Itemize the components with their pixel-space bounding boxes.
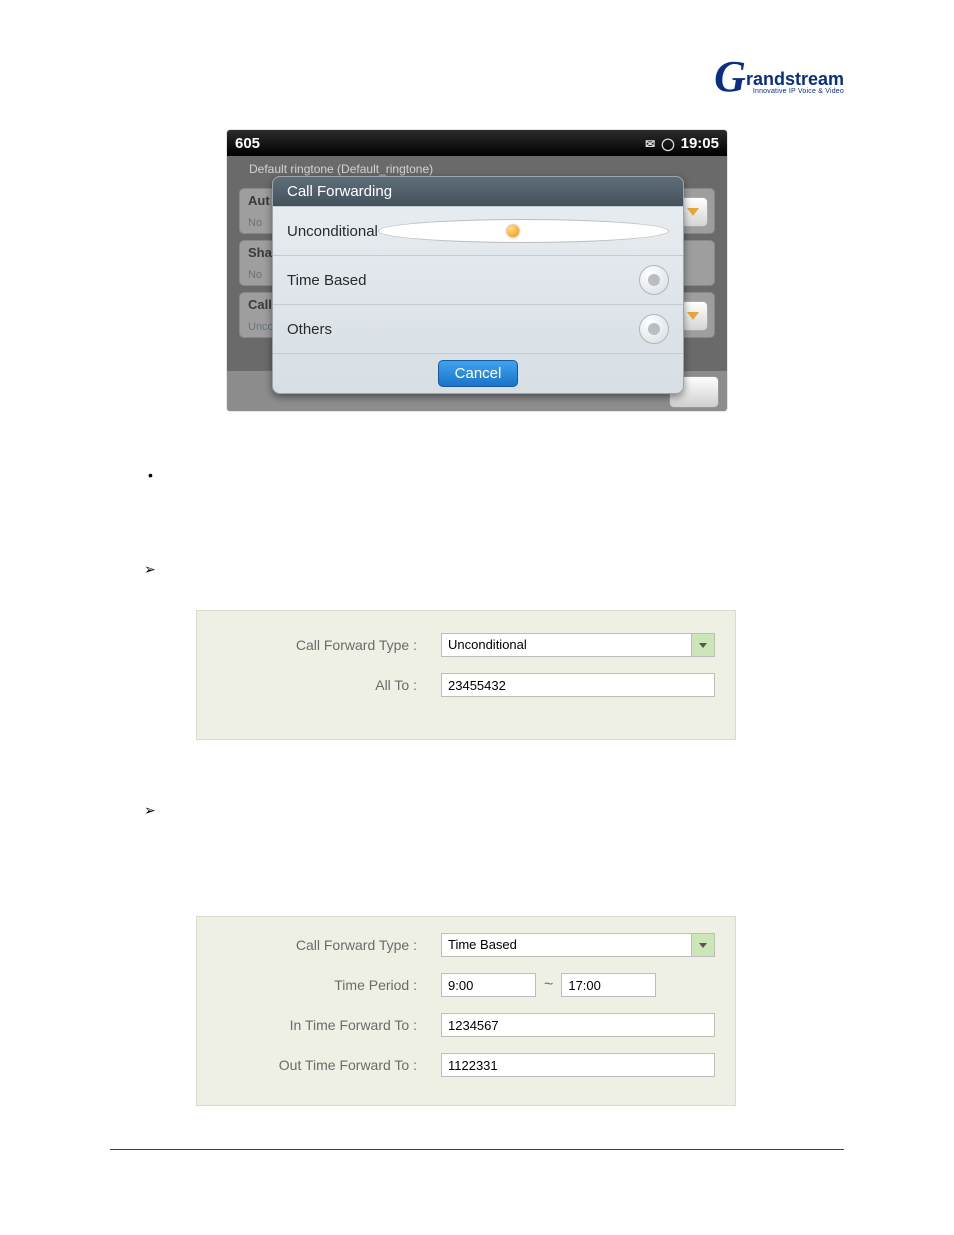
chevron-down-icon bbox=[691, 934, 714, 956]
chevron-down-icon bbox=[691, 634, 714, 656]
input-in-time[interactable] bbox=[441, 1013, 715, 1037]
brand-name: randstream bbox=[746, 69, 844, 89]
select-forward-type[interactable]: Unconditional bbox=[441, 633, 715, 657]
option-label: Others bbox=[287, 321, 332, 338]
status-bar: 605 19:05 bbox=[227, 130, 727, 156]
option-others[interactable]: Others bbox=[273, 304, 683, 353]
select-forward-type[interactable]: Time Based bbox=[441, 933, 715, 957]
option-label: Unconditional bbox=[287, 223, 378, 240]
label-type: Call Forward Type : bbox=[217, 637, 441, 653]
option-unconditional[interactable]: Unconditional bbox=[273, 206, 683, 255]
bullet-icon: • bbox=[148, 467, 153, 483]
radio-icon[interactable] bbox=[378, 219, 669, 243]
label-period: Time Period : bbox=[217, 977, 441, 993]
footer-rule bbox=[110, 1149, 844, 1150]
input-time-from[interactable] bbox=[441, 973, 536, 997]
label-type: Call Forward Type : bbox=[217, 937, 441, 953]
option-time-based[interactable]: Time Based bbox=[273, 255, 683, 304]
headset-icon bbox=[661, 135, 674, 152]
radio-icon[interactable] bbox=[639, 265, 669, 295]
brand-logo: Grandstream Innovative IP Voice & Video bbox=[714, 58, 844, 95]
bg-row-title: Call bbox=[248, 297, 272, 312]
bg-row-sub: Unco bbox=[248, 321, 274, 333]
call-forwarding-dialog: Call Forwarding Unconditional Time Based… bbox=[272, 176, 684, 394]
option-label: Time Based bbox=[287, 272, 366, 289]
label-in-time: In Time Forward To : bbox=[217, 1017, 441, 1033]
clock: 19:05 bbox=[681, 135, 719, 152]
chevron-icon: ➢ bbox=[144, 561, 156, 578]
bg-row-sub: No bbox=[248, 217, 262, 229]
bg-row-title: Aut bbox=[248, 193, 270, 208]
bg-row-sub: No bbox=[248, 269, 262, 281]
chevron-icon: ➢ bbox=[144, 802, 156, 819]
cancel-button[interactable]: Cancel bbox=[438, 360, 519, 387]
input-out-time[interactable] bbox=[441, 1053, 715, 1077]
input-all-to[interactable] bbox=[441, 673, 715, 697]
account-number: 605 bbox=[235, 135, 645, 152]
phone-screenshot: 605 19:05 Default ringtone (Default_ring… bbox=[227, 130, 727, 411]
input-time-to[interactable] bbox=[561, 973, 656, 997]
voicemail-icon bbox=[645, 135, 655, 152]
label-out-time: Out Time Forward To : bbox=[217, 1057, 441, 1073]
select-value: Time Based bbox=[448, 937, 517, 952]
dialog-title: Call Forwarding bbox=[273, 177, 683, 206]
ringtone-line: Default ringtone (Default_ringtone) bbox=[249, 162, 433, 176]
form-time-based: Call Forward Type : Time Based Time Peri… bbox=[196, 916, 736, 1106]
label-all-to: All To : bbox=[217, 677, 441, 693]
tilde: ~ bbox=[540, 976, 557, 994]
bg-row-title: Sha bbox=[248, 245, 272, 260]
brand-g-icon: G bbox=[714, 64, 746, 90]
radio-icon[interactable] bbox=[639, 314, 669, 344]
form-unconditional: Call Forward Type : Unconditional All To… bbox=[196, 610, 736, 740]
select-value: Unconditional bbox=[448, 637, 527, 652]
